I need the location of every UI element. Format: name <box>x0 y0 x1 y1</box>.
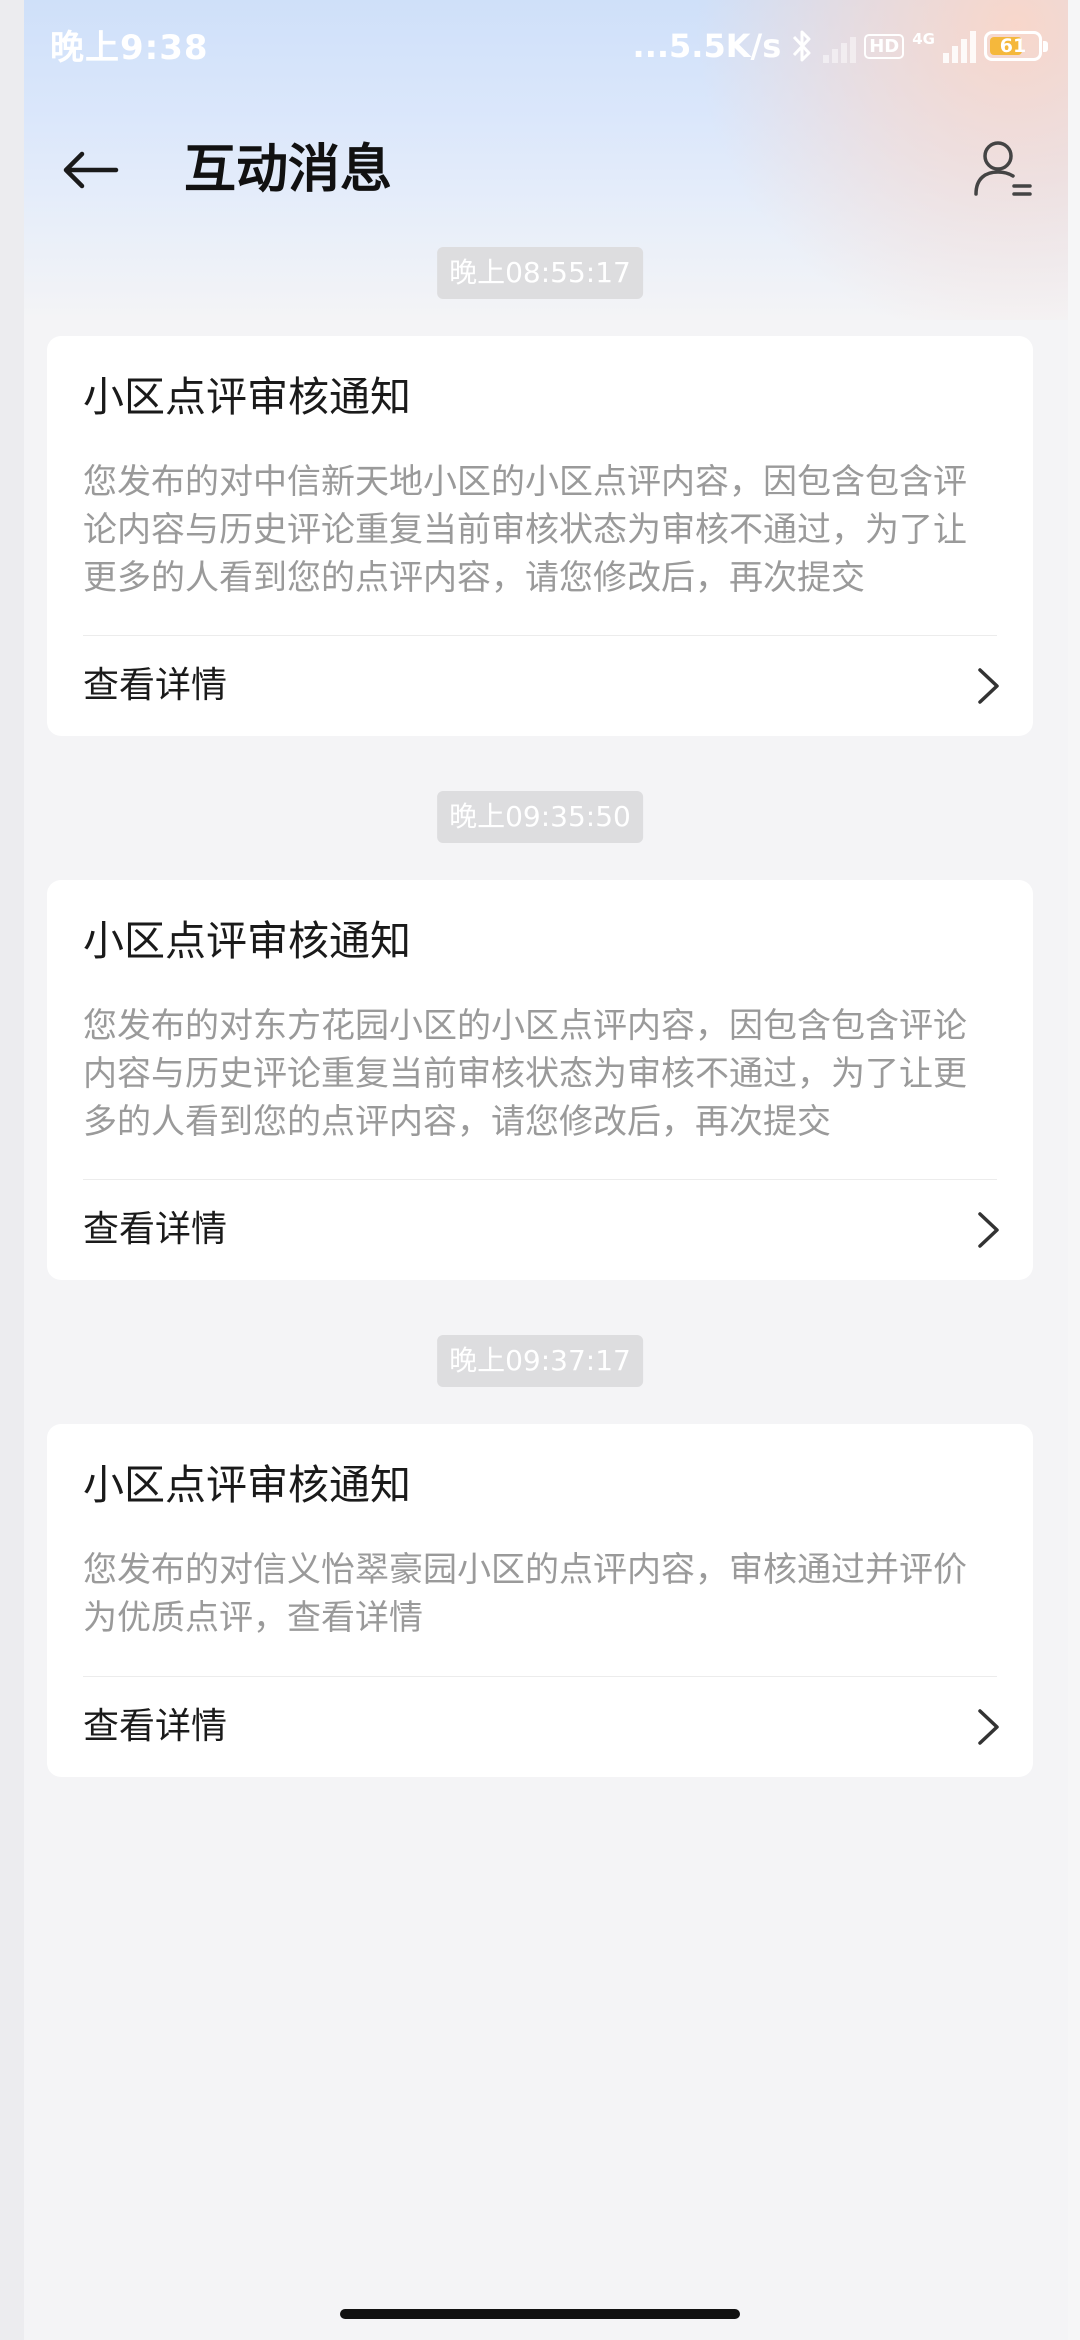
user-profile-icon[interactable] <box>970 136 1038 204</box>
notification-title: 小区点评审核通知 <box>83 373 411 421</box>
notification-card: 小区点评审核通知 您发布的对中信新天地小区的小区点评内容，因包含包含评论内容与历… <box>47 336 1033 736</box>
message-timestamp: 晚上09:37:17 <box>437 1335 643 1387</box>
battery-icon: 61 <box>984 31 1048 61</box>
notification-body: 您发布的对东方花园小区的小区点评内容，因包含包含评论内容与历史评论重复当前审核状… <box>83 1006 967 1142</box>
status-time: 晚上9:38 <box>50 28 209 68</box>
page-title: 互动消息 <box>184 140 393 200</box>
network-type: 4G <box>912 29 935 48</box>
chevron-right-icon <box>978 1709 999 1745</box>
battery-percent: 61 <box>999 35 1027 57</box>
status-indicators: ...5.5K/s HD 4G 61 <box>632 22 1048 70</box>
view-details-row[interactable]: 查看详情 <box>47 1677 1033 1777</box>
view-details-label: 查看详情 <box>83 1209 228 1250</box>
notification-title: 小区点评审核通知 <box>83 1461 411 1509</box>
message-timestamp: 晚上09:35:50 <box>437 791 643 843</box>
hd-voice-icon: HD <box>864 33 905 59</box>
status-bar: 晚上9:38 ...5.5K/s HD 4G 61 <box>24 0 1068 92</box>
back-button[interactable] <box>58 138 122 202</box>
app-header: 互动消息 <box>24 130 1068 210</box>
notification-card: 小区点评审核通知 您发布的对东方花园小区的小区点评内容，因包含包含评论内容与历史… <box>47 880 1033 1280</box>
notification-body: 您发布的对信义怡翠豪园小区的点评内容，审核通过并评价为优质点评，查看详情 <box>83 1550 967 1638</box>
network-speed: ...5.5K/s <box>632 27 782 65</box>
screen: 晚上9:38 ...5.5K/s HD 4G 61 互动消息 晚上08:55:1… <box>0 0 1080 2340</box>
back-arrow-icon <box>63 151 119 189</box>
cellular-signal-icon <box>943 29 976 63</box>
view-details-label: 查看详情 <box>83 665 228 706</box>
battery-tip <box>1043 41 1048 52</box>
message-timestamp: 晚上08:55:17 <box>437 247 643 299</box>
home-indicator[interactable] <box>340 2309 740 2319</box>
notification-card: 小区点评审核通知 您发布的对信义怡翠豪园小区的点评内容，审核通过并评价为优质点评… <box>47 1424 1033 1777</box>
chevron-right-icon <box>978 668 999 704</box>
bluetooth-icon <box>793 30 811 62</box>
view-details-label: 查看详情 <box>83 1706 228 1747</box>
view-details-row[interactable]: 查看详情 <box>47 636 1033 736</box>
notification-title: 小区点评审核通知 <box>83 917 411 965</box>
view-details-row[interactable]: 查看详情 <box>47 1180 1033 1280</box>
left-edge <box>0 0 24 2340</box>
chevron-right-icon <box>978 1212 999 1248</box>
right-edge <box>1068 0 1080 2340</box>
notification-body: 您发布的对中信新天地小区的小区点评内容，因包含包含评论内容与历史评论重复当前审核… <box>83 462 967 598</box>
signal-strength-icon <box>823 29 857 63</box>
